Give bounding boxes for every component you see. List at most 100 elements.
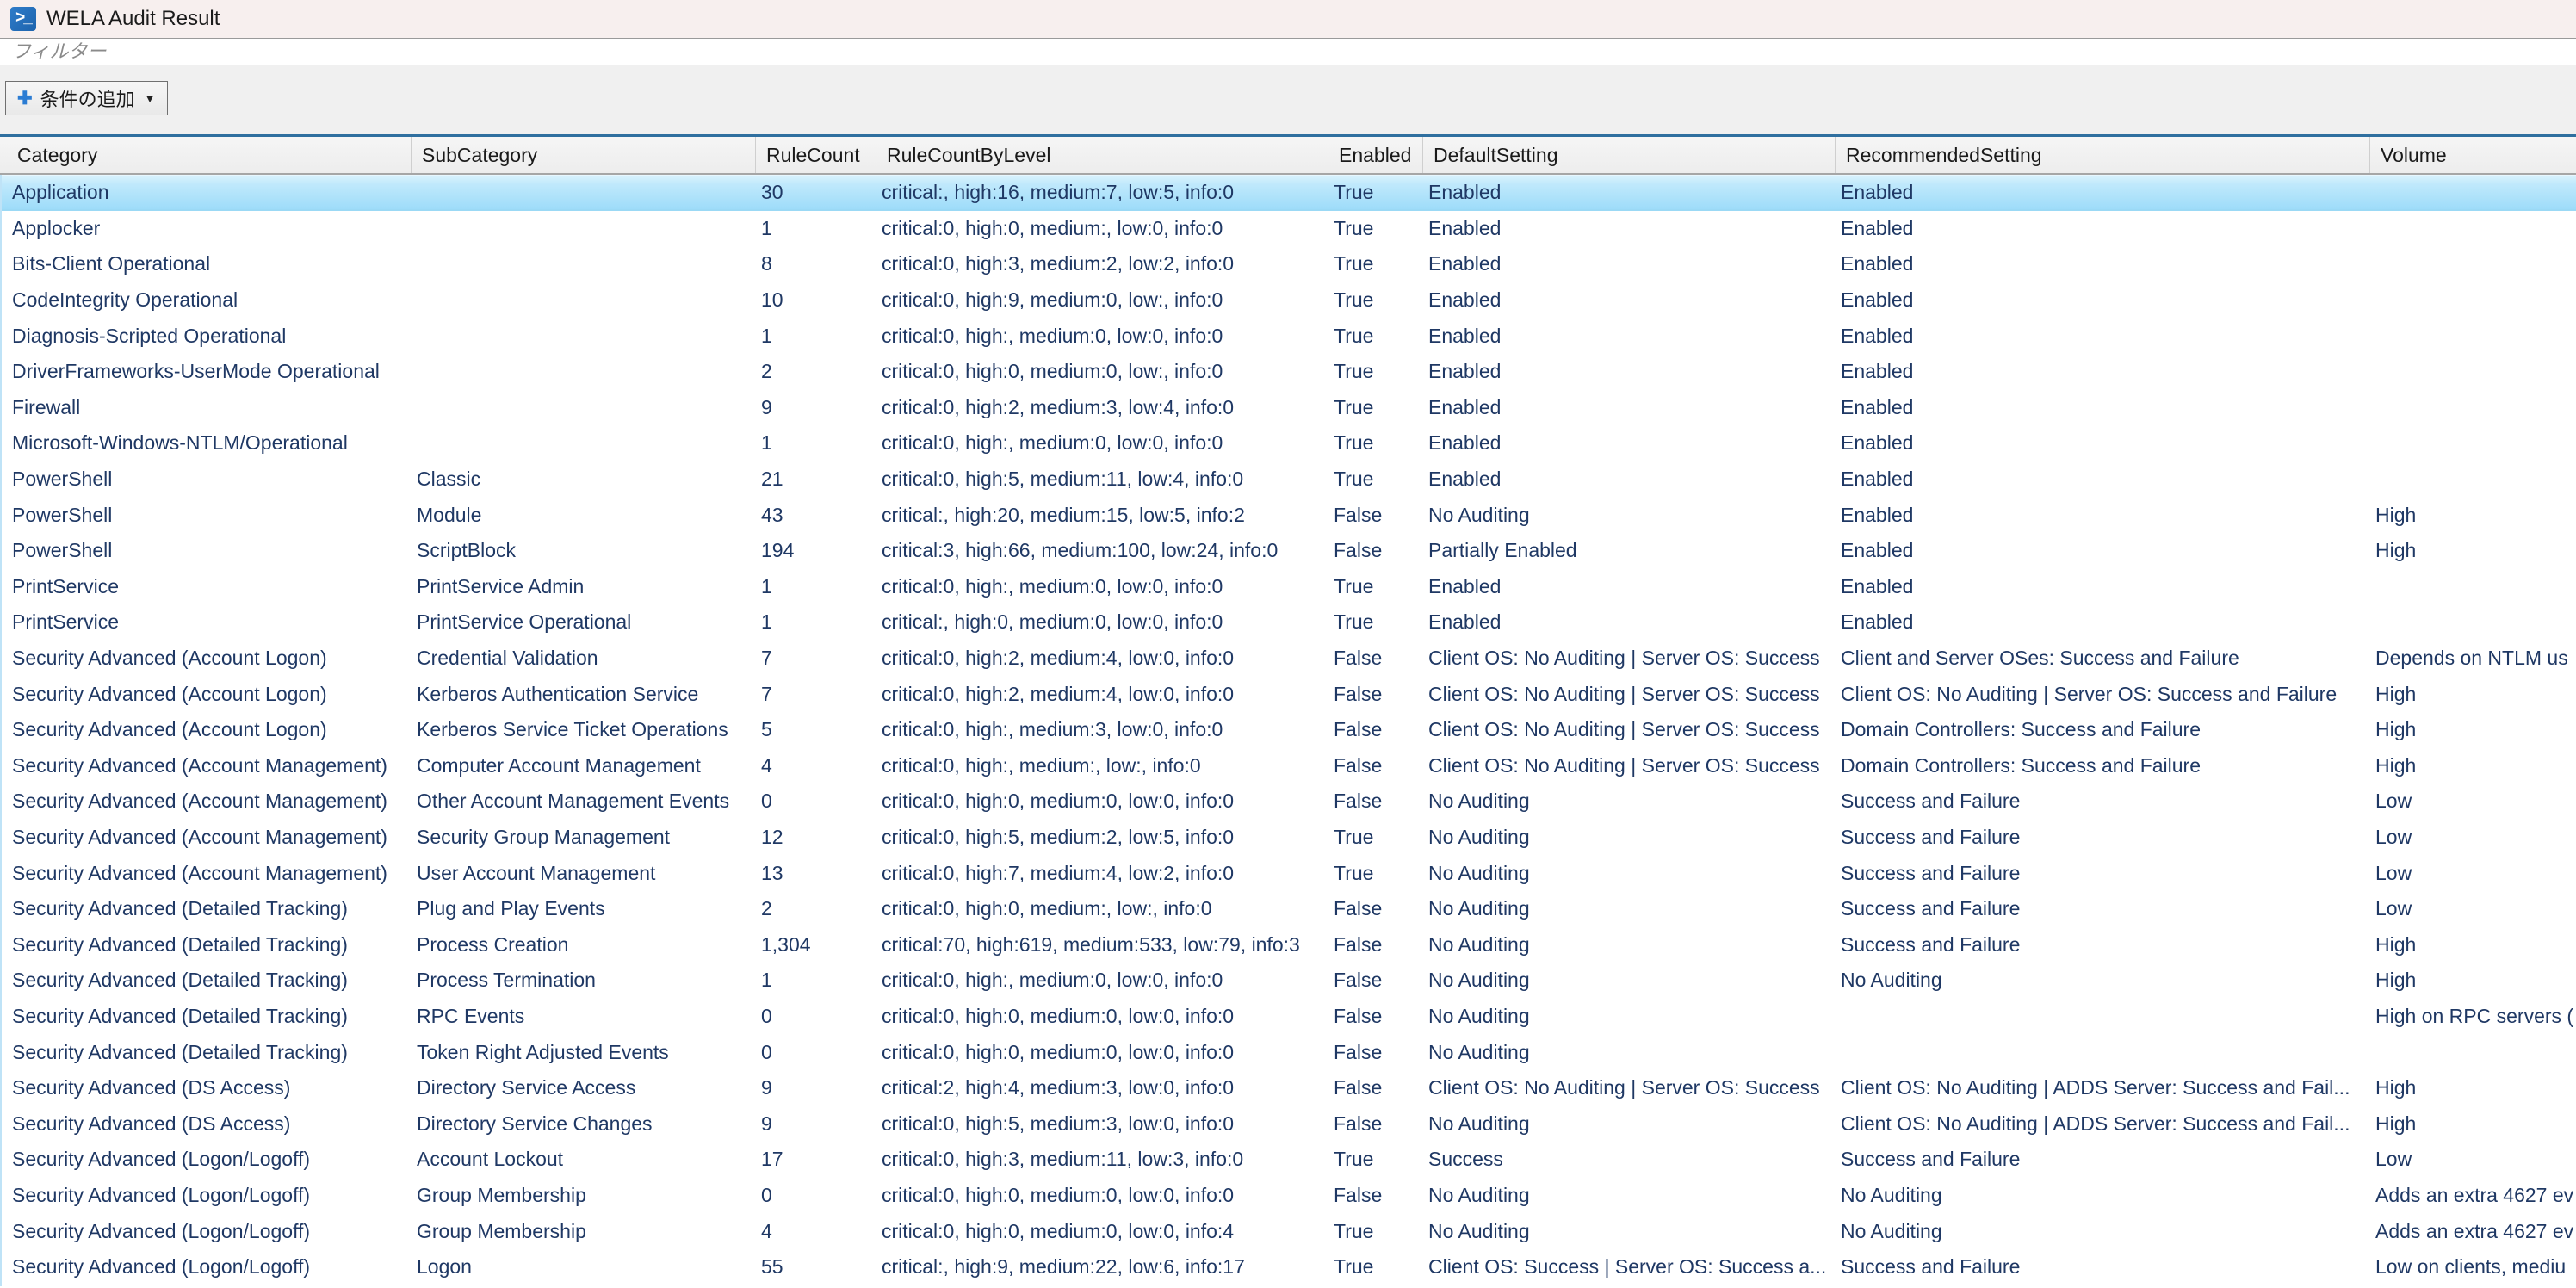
column-header-rulecount[interactable]: RuleCount — [756, 137, 876, 173]
table-row[interactable]: Security Advanced (Logon/Logoff)Group Me… — [2, 1213, 2576, 1249]
cell-volume: High — [2365, 933, 2576, 957]
cell-enabled: True — [1323, 610, 1418, 634]
table-row[interactable]: CodeIntegrity Operational10critical:0, h… — [2, 282, 2576, 319]
table-row[interactable]: Application30critical:, high:16, medium:… — [2, 175, 2576, 211]
table-row[interactable]: Security Advanced (Account Logon)Credent… — [2, 641, 2576, 677]
cell-enabled: False — [1323, 790, 1418, 813]
table-row[interactable]: PrintServicePrintService Operational1cri… — [2, 604, 2576, 641]
table-row[interactable]: Diagnosis-Scripted Operational1critical:… — [2, 318, 2576, 354]
cell-subcategory: Security Group Management — [406, 826, 751, 849]
cell-recommendedsetting: Enabled — [1830, 575, 2365, 598]
cell-defaultsetting: Enabled — [1418, 610, 1830, 634]
cell-rulecountbylevel: critical:0, high:, medium:0, low:0, info… — [871, 969, 1323, 992]
table-row[interactable]: Microsoft-Windows-NTLM/Operational1criti… — [2, 425, 2576, 461]
cell-subcategory: ScriptBlock — [406, 539, 751, 562]
cell-volume: High — [2365, 539, 2576, 562]
table-row[interactable]: Security Advanced (Logon/Logoff)Group Me… — [2, 1178, 2576, 1214]
table-row[interactable]: PowerShellScriptBlock194critical:3, high… — [2, 533, 2576, 569]
cell-defaultsetting: Enabled — [1418, 468, 1830, 491]
table-row[interactable]: PrintServicePrintService Admin1critical:… — [2, 569, 2576, 605]
table-row[interactable]: Security Advanced (Account Management)Se… — [2, 820, 2576, 856]
table-row[interactable]: Security Advanced (Account Logon)Kerbero… — [2, 676, 2576, 712]
cell-rulecount: 5 — [751, 718, 871, 741]
cell-enabled: False — [1323, 1076, 1418, 1099]
table-row[interactable]: Security Advanced (Account Management)Us… — [2, 855, 2576, 891]
cell-volume: Low — [2365, 862, 2576, 885]
cell-rulecountbylevel: critical:0, high:3, medium:11, low:3, in… — [871, 1148, 1323, 1171]
cell-category: Security Advanced (Logon/Logoff) — [2, 1184, 406, 1207]
cell-category: Security Advanced (Detailed Tracking) — [2, 969, 406, 992]
table-row[interactable]: Security Advanced (DS Access)Directory S… — [2, 1070, 2576, 1106]
cell-volume: Low — [2365, 790, 2576, 813]
cell-enabled: False — [1323, 1184, 1418, 1207]
cell-subcategory: Classic — [406, 468, 751, 491]
plus-icon: ✚ — [17, 88, 33, 109]
column-header-defaultsetting[interactable]: DefaultSetting — [1423, 137, 1836, 173]
cell-rulecountbylevel: critical:, high:0, medium:0, low:0, info… — [871, 610, 1323, 634]
table-row[interactable]: Security Advanced (Account Management)Ot… — [2, 783, 2576, 820]
cell-defaultsetting: Enabled — [1418, 431, 1830, 455]
table-row[interactable]: Security Advanced (Account Logon)Kerbero… — [2, 712, 2576, 748]
table-row[interactable]: Firewall9critical:0, high:2, medium:3, l… — [2, 390, 2576, 426]
cell-rulecountbylevel: critical:0, high:5, medium:3, low:0, inf… — [871, 1112, 1323, 1136]
cell-recommendedsetting: Enabled — [1830, 504, 2365, 527]
filter-input[interactable] — [0, 38, 2576, 65]
column-header-rulecountbylevel[interactable]: RuleCountByLevel — [876, 137, 1328, 173]
table-row[interactable]: Security Advanced (Detailed Tracking)Tok… — [2, 1034, 2576, 1070]
cell-rulecountbylevel: critical:0, high:0, medium:0, low:0, inf… — [871, 1005, 1323, 1028]
table-row[interactable]: Security Advanced (DS Access)Directory S… — [2, 1105, 2576, 1142]
table-row[interactable]: Security Advanced (Logon/Logoff)Logon55c… — [2, 1249, 2576, 1285]
cell-enabled: False — [1323, 539, 1418, 562]
cell-defaultsetting: No Auditing — [1418, 1005, 1830, 1028]
cell-recommendedsetting: Success and Failure — [1830, 1148, 2365, 1171]
cell-rulecountbylevel: critical:, high:20, medium:15, low:5, in… — [871, 504, 1323, 527]
cell-category: Security Advanced (Account Management) — [2, 826, 406, 849]
cell-category: Firewall — [2, 396, 406, 419]
cell-enabled: False — [1323, 647, 1418, 670]
table-row[interactable]: Security Advanced (Detailed Tracking)Plu… — [2, 891, 2576, 927]
table-row[interactable]: PowerShellClassic21critical:0, high:5, m… — [2, 461, 2576, 498]
add-criteria-button[interactable]: ✚ 条件の追加 ▼ — [5, 81, 168, 115]
cell-rulecount: 9 — [751, 396, 871, 419]
cell-subcategory: Kerberos Service Ticket Operations — [406, 718, 751, 741]
cell-subcategory: Computer Account Management — [406, 754, 751, 777]
table-row[interactable]: Security Advanced (Detailed Tracking)Pro… — [2, 963, 2576, 999]
cell-category: Security Advanced (Account Management) — [2, 790, 406, 813]
cell-enabled: False — [1323, 504, 1418, 527]
cell-rulecount: 0 — [751, 1005, 871, 1028]
cell-volume: High — [2365, 504, 2576, 527]
table-row[interactable]: Bits-Client Operational8critical:0, high… — [2, 246, 2576, 282]
cell-defaultsetting: No Auditing — [1418, 826, 1830, 849]
cell-enabled: True — [1323, 181, 1418, 204]
cell-enabled: True — [1323, 826, 1418, 849]
cell-category: Application — [2, 181, 406, 204]
column-header-subcategory[interactable]: SubCategory — [412, 137, 756, 173]
table-row[interactable]: Security Advanced (Logon/Logoff)Account … — [2, 1142, 2576, 1178]
column-header-category[interactable]: Category — [7, 137, 412, 173]
results-grid: CategorySubCategoryRuleCountRuleCountByL… — [0, 134, 2576, 1288]
table-row[interactable]: Security Advanced (Detailed Tracking)RPC… — [2, 999, 2576, 1035]
table-row[interactable]: Security Advanced (Detailed Tracking)Pro… — [2, 926, 2576, 963]
table-row[interactable]: DriverFrameworks-UserMode Operational2cr… — [2, 354, 2576, 390]
cell-category: Security Advanced (Detailed Tracking) — [2, 1005, 406, 1028]
cell-subcategory: Logon — [406, 1255, 751, 1279]
cell-category: PowerShell — [2, 468, 406, 491]
cell-rulecountbylevel: critical:, high:16, medium:7, low:5, inf… — [871, 181, 1323, 204]
cell-subcategory: Directory Service Changes — [406, 1112, 751, 1136]
cell-category: Security Advanced (DS Access) — [2, 1112, 406, 1136]
cell-enabled: False — [1323, 1041, 1418, 1064]
cell-category: Microsoft-Windows-NTLM/Operational — [2, 431, 406, 455]
cell-rulecountbylevel: critical:0, high:0, medium:0, low:0, inf… — [871, 1184, 1323, 1207]
cell-enabled: True — [1323, 862, 1418, 885]
cell-defaultsetting: No Auditing — [1418, 1184, 1830, 1207]
table-row[interactable]: Applocker1critical:0, high:0, medium:, l… — [2, 211, 2576, 247]
cell-recommendedsetting: No Auditing — [1830, 1220, 2365, 1243]
column-header-enabled[interactable]: Enabled — [1328, 137, 1423, 173]
table-row[interactable]: Security Advanced (Account Management)Co… — [2, 748, 2576, 784]
table-row[interactable]: PowerShellModule43critical:, high:20, me… — [2, 497, 2576, 533]
cell-defaultsetting: Enabled — [1418, 575, 1830, 598]
column-header-recommendedsetting[interactable]: RecommendedSetting — [1836, 137, 2370, 173]
cell-recommendedsetting: Enabled — [1830, 181, 2365, 204]
column-header-volume[interactable]: Volume — [2370, 137, 2576, 173]
cell-defaultsetting: Client OS: Success | Server OS: Success … — [1418, 1255, 1830, 1279]
